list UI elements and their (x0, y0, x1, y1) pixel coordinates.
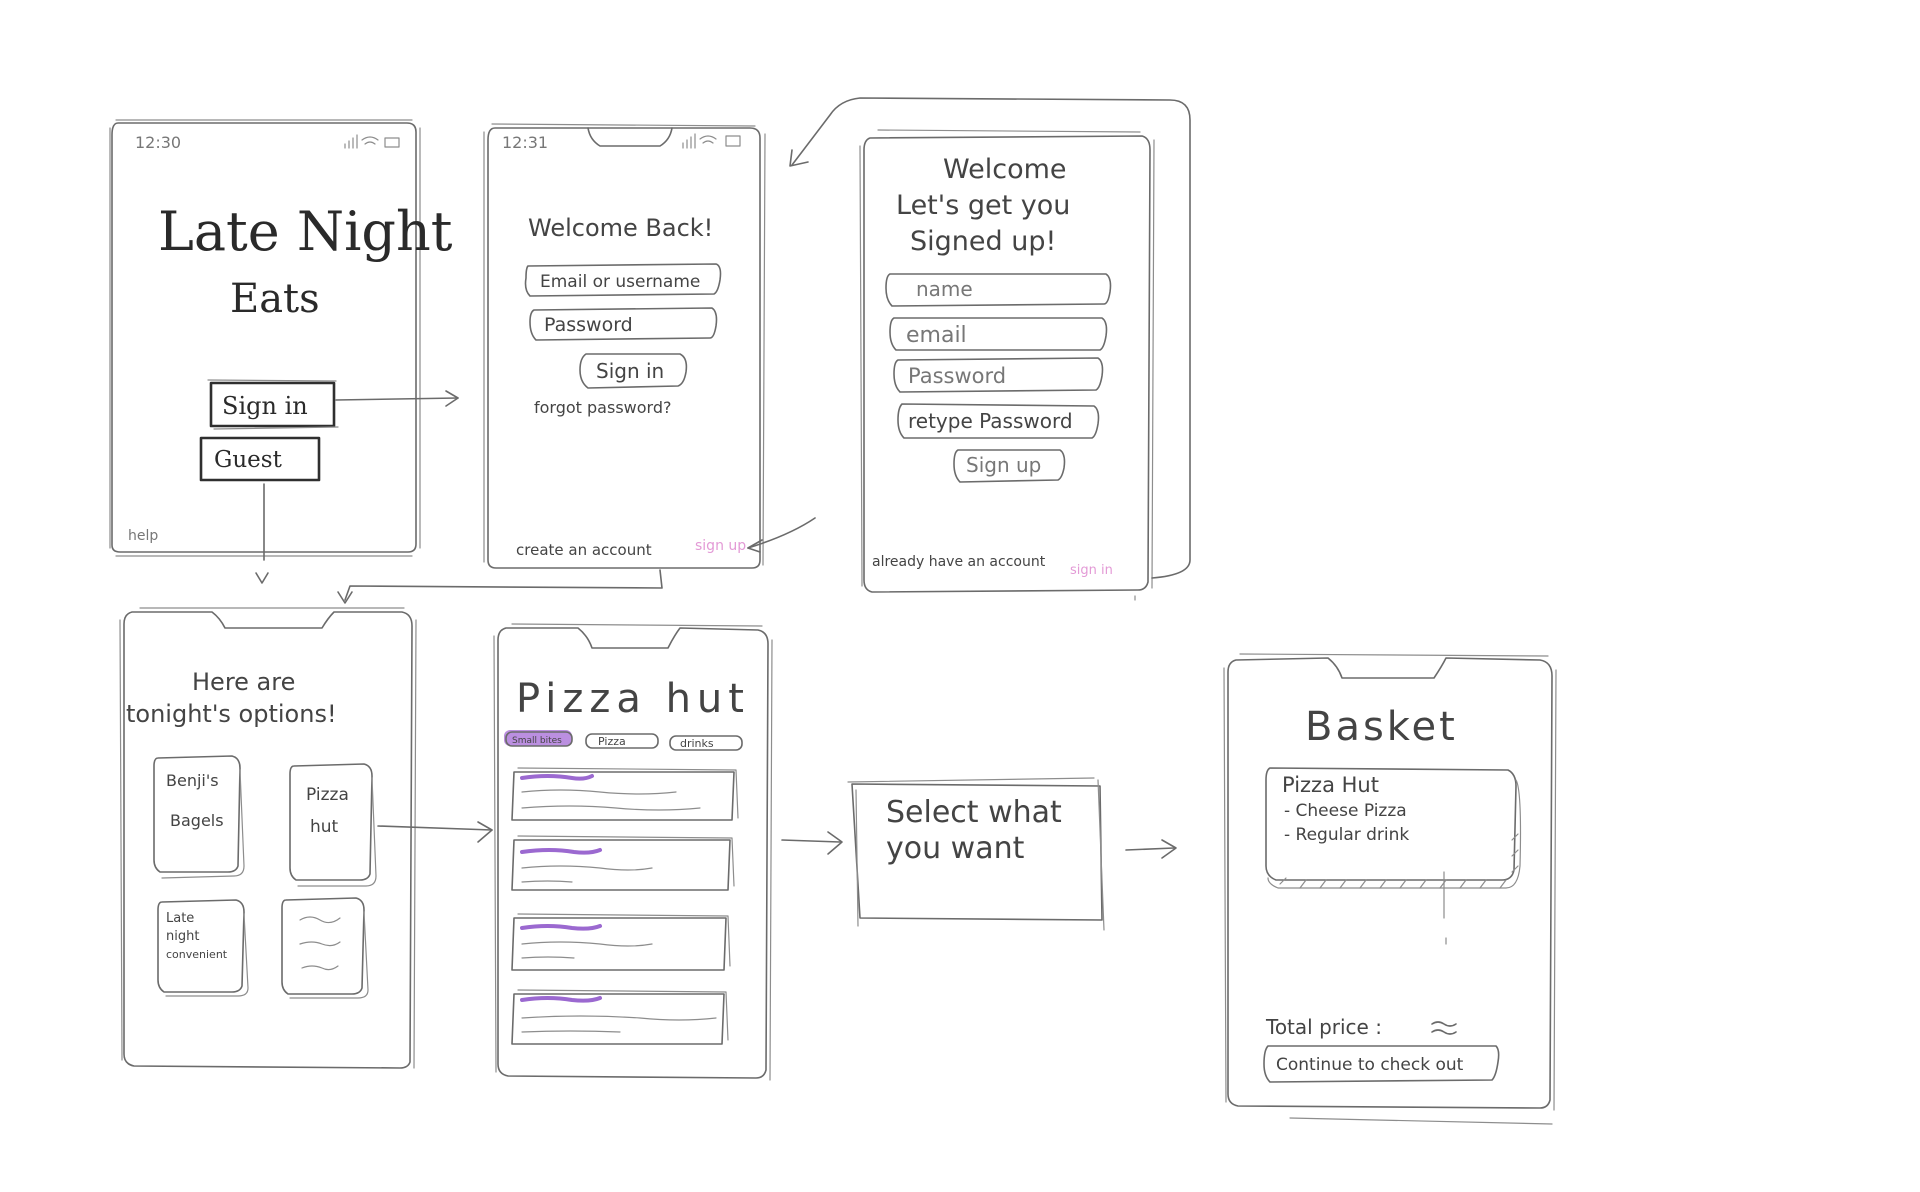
password-field[interactable]: Password (529, 307, 718, 341)
svg-text:Password: Password (908, 364, 1006, 388)
arrow-options-to-menu (377, 821, 493, 843)
svg-text:hut: hut (310, 817, 339, 837)
already-have-account-text: already have an account (872, 554, 1046, 570)
arrow-signup-to-register (747, 517, 816, 553)
guest-button[interactable]: Guest (199, 436, 321, 482)
signup-subtitle-line1: Let's get you (896, 190, 1070, 221)
sign-up-button[interactable]: Sign up (953, 449, 1066, 483)
order-item: - Regular drink (1284, 825, 1409, 845)
svg-text:Password: Password (544, 314, 633, 336)
screen-basket: Basket Pizza Hut - Cheese Pizza - Regula… (1223, 653, 1557, 1125)
screen-login: 12:31 Welcome Back! Email or username Pa… (337, 123, 816, 604)
screen-landing: 12:30 Late Night Eats Sign in Guest help (109, 119, 459, 584)
svg-text:email: email (906, 323, 967, 348)
restaurant-title: Pizza hut (516, 676, 750, 722)
basket-title: Basket (1305, 704, 1458, 750)
email-field[interactable]: Email or username (524, 263, 722, 297)
svg-text:convenient: convenient (166, 948, 228, 961)
price-scribble (1431, 1021, 1457, 1035)
arrow-login-to-options (337, 569, 663, 604)
svg-text:night: night (166, 929, 199, 944)
svg-text:Pizza: Pizza (306, 785, 349, 805)
menu-item[interactable] (511, 989, 729, 1045)
arrow-menu-to-select (781, 831, 843, 855)
email-field[interactable]: email (889, 317, 1108, 351)
sign-in-button[interactable]: Sign in (207, 379, 339, 430)
checkout-button[interactable]: Continue to check out (1263, 1045, 1500, 1083)
menu-item[interactable] (511, 767, 739, 821)
svg-text:Bagels: Bagels (170, 811, 224, 830)
svg-text:Sign up: Sign up (966, 453, 1041, 477)
svg-text:Guest: Guest (214, 447, 283, 473)
sign-in-link[interactable]: sign in (1070, 563, 1113, 578)
svg-text:Small bites: Small bites (512, 736, 562, 746)
svg-text:Late: Late (166, 911, 194, 926)
screen-signup: Welcome Let's get you Signed up! name em… (789, 97, 1191, 601)
svg-text:Email or username: Email or username (540, 272, 700, 292)
name-field[interactable]: name (885, 273, 1112, 307)
svg-text:name: name (916, 277, 973, 301)
welcome-back-title: Welcome Back! (528, 214, 713, 242)
sign-up-link[interactable]: sign up (695, 538, 746, 554)
signup-subtitle-line2: Signed up! (910, 226, 1056, 257)
menu-item[interactable] (511, 835, 735, 891)
order-item: - Cheese Pizza (1284, 801, 1407, 821)
tab-small-bites[interactable]: Small bites (504, 730, 573, 747)
screen-options: Here are tonight's options! Benji's Bage… (119, 607, 493, 1069)
svg-text:Continue to check out: Continue to check out (1276, 1055, 1464, 1075)
create-account-text: create an account (516, 541, 652, 559)
order-restaurant: Pizza Hut (1282, 773, 1379, 797)
total-price-label: Total price : (1265, 1015, 1382, 1039)
status-time: 12:30 (135, 133, 181, 152)
tab-pizza[interactable]: Pizza (585, 733, 659, 749)
tab-drinks[interactable]: drinks (669, 735, 743, 751)
restaurant-card-placeholder[interactable] (281, 897, 369, 999)
select-popup[interactable]: Select what you want (847, 777, 1177, 931)
password-field[interactable]: Password (893, 357, 1104, 393)
arrow-signin-to-login (335, 390, 459, 407)
restaurant-card[interactable]: Late night convenient (157, 899, 249, 997)
basket-order-card[interactable]: Pizza Hut - Cheese Pizza - Regular drink (1265, 767, 1522, 889)
svg-text:drinks: drinks (680, 737, 714, 750)
svg-text:Sign in: Sign in (596, 359, 664, 383)
svg-text:retype Password: retype Password (908, 409, 1073, 433)
restaurant-card[interactable]: Benji's Bagels (153, 755, 245, 879)
signal-wifi-battery-icon (682, 133, 741, 149)
status-time: 12:31 (502, 133, 548, 152)
retype-password-field[interactable]: retype Password (897, 403, 1100, 439)
app-title-line1: Late Night (158, 200, 453, 263)
popup-text-line1: Select what (886, 795, 1062, 830)
connector-line (1443, 871, 1447, 945)
svg-text:Sign in: Sign in (222, 392, 308, 420)
options-title-line1: Here are (192, 668, 295, 696)
arrow-select-to-basket (1125, 839, 1177, 859)
welcome-title: Welcome (943, 154, 1067, 185)
forgot-password-link[interactable]: forgot password? (534, 398, 671, 417)
arrow-guest-to-options (255, 483, 269, 584)
app-title-line2: Eats (230, 276, 320, 322)
screen-menu: Pizza hut Small bites Pizza drinks (493, 623, 843, 1081)
popup-text-line2: you want (886, 831, 1025, 866)
signal-wifi-battery-icon (344, 134, 400, 149)
svg-text:Pizza: Pizza (598, 735, 626, 748)
svg-text:Benji's: Benji's (166, 771, 219, 790)
options-title-line2: tonight's options! (126, 700, 337, 728)
wireframe-canvas: 12:30 Late Night Eats Sign in Guest help (109, 97, 1557, 1125)
menu-item[interactable] (511, 913, 731, 971)
sign-in-button[interactable]: Sign in (579, 353, 688, 389)
help-link[interactable]: help (128, 528, 158, 544)
restaurant-card[interactable]: Pizza hut (289, 763, 377, 887)
